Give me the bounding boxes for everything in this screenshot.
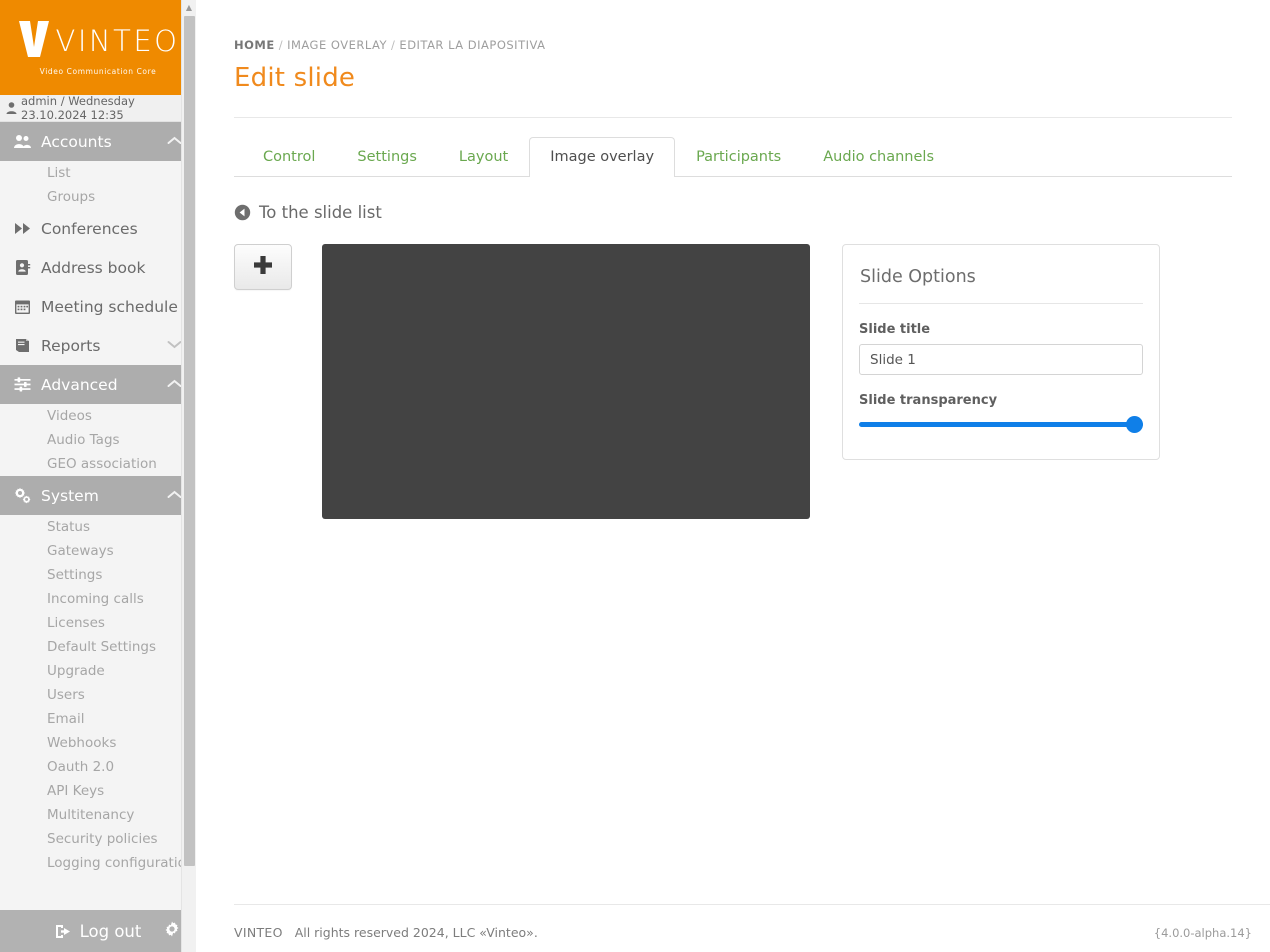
slide-options-panel: Slide Options Slide title Slide transpar… — [842, 244, 1160, 461]
sidebar-item-meeting-schedule[interactable]: Meeting schedule — [0, 287, 196, 326]
sidebar-subitem-logging-configuration[interactable]: Logging configuration — [0, 851, 196, 875]
sidebar-item-advanced[interactable]: Advanced — [0, 365, 196, 404]
sidebar-item-conferences[interactable]: Conferences — [0, 209, 196, 248]
footer: VINTEO All rights reserved 2024, LLC «Vi… — [234, 925, 1252, 940]
sidebar-item-label: Advanced — [41, 375, 118, 394]
sidebar-subitem-groups[interactable]: Groups — [0, 185, 196, 209]
footer-divider — [234, 904, 1270, 905]
sidebar-subitem-oauth-2-0[interactable]: Oauth 2.0 — [0, 755, 196, 779]
sidebar: VINTEO Video Communication Core admin / … — [0, 0, 196, 952]
sidebar-subitem-users[interactable]: Users — [0, 683, 196, 707]
slider-thumb[interactable] — [1126, 416, 1143, 434]
tab-layout[interactable]: Layout — [438, 137, 529, 177]
sidebar-item-label: Conferences — [41, 219, 138, 238]
footer-copyright: All rights reserved 2024, LLC «Vinteo». — [294, 925, 538, 940]
sidebar-subitem-webhooks[interactable]: Webhooks — [0, 731, 196, 755]
user-info-bar: admin / Wednesday 23.10.2024 12:35 — [0, 94, 196, 122]
sidebar-subitem-geo-association[interactable]: GEO association — [0, 452, 196, 476]
slide-transparency-label: Slide transparency — [859, 393, 998, 409]
breadcrumb-item[interactable]: EDITAR LA DIAPOSITIVA — [399, 38, 545, 52]
sidebar-subitem-default-settings[interactable]: Default Settings — [0, 635, 196, 659]
sidebar-subitem-upgrade[interactable]: Upgrade — [0, 659, 196, 683]
brand-tagline: Video Communication Core — [39, 67, 157, 76]
page-title: Edit slide — [234, 63, 356, 93]
back-to-slide-list-link[interactable]: To the slide list — [234, 203, 382, 222]
footer-brand: VINTEO — [234, 925, 283, 940]
users-icon — [14, 133, 31, 150]
slide-options-heading: Slide Options — [859, 267, 1143, 305]
sidebar-subitem-settings[interactable]: Settings — [0, 563, 196, 587]
book-icon — [14, 337, 31, 354]
plus-icon — [251, 253, 275, 282]
slide-preview-canvas[interactable] — [322, 244, 810, 520]
slide-editor-row: Slide Options Slide title Slide transpar… — [234, 244, 1232, 520]
sliders-icon — [14, 376, 31, 393]
slide-transparency-slider[interactable] — [859, 415, 1143, 435]
sidebar-subitem-status[interactable]: Status — [0, 515, 196, 539]
calendar-icon — [14, 298, 31, 315]
sign-out-icon — [55, 924, 72, 939]
logout-label: Log out — [79, 921, 142, 941]
sidebar-subitem-gateways[interactable]: Gateways — [0, 539, 196, 563]
brand-logo[interactable]: VINTEO Video Communication Core — [0, 0, 196, 95]
scrollbar-thumb[interactable] — [184, 16, 195, 866]
tab-settings[interactable]: Settings — [336, 137, 437, 177]
back-link-label: To the slide list — [259, 203, 382, 223]
sidebar-scrollbar[interactable]: ▲ — [181, 0, 196, 952]
breadcrumb-separator: / — [278, 38, 284, 52]
tab-bar: Control Settings Layout Image overlay Partic… — [234, 136, 1232, 178]
sidebar-subitem-licenses[interactable]: Licenses — [0, 611, 196, 635]
main-content: HOME / IMAGE OVERLAY / EDITAR LA DIAPOSITIVA… — [196, 0, 1270, 952]
arrow-circle-left-icon — [234, 204, 251, 221]
sidebar-subitem-list[interactable]: List — [0, 161, 196, 185]
sidebar-item-label: Address book — [41, 258, 146, 277]
sidebar-subitem-api-keys[interactable]: API Keys — [0, 779, 196, 803]
footer-version: {4.0.0-alpha.14} — [1153, 925, 1252, 940]
slide-title-label: Slide title — [859, 322, 931, 338]
sidebar-subitem-audio-tags[interactable]: Audio Tags — [0, 428, 196, 452]
sidebar-item-reports[interactable]: Reports — [0, 326, 196, 365]
address-book-icon — [14, 259, 31, 276]
user-info-text: admin / Wednesday 23.10.2024 12:35 — [21, 94, 135, 122]
sidebar-subitem-videos[interactable]: Videos — [0, 404, 196, 428]
sidebar-item-label: System — [41, 486, 99, 505]
sidebar-item-label: Reports — [41, 336, 101, 355]
vinteo-v-icon — [17, 19, 51, 63]
sidebar-item-label: Meeting schedule — [41, 297, 178, 316]
cogs-icon — [14, 487, 31, 504]
tab-control[interactable]: Control — [242, 137, 336, 177]
chevron-up-icon[interactable] — [167, 378, 182, 391]
slide-title-input[interactable] — [859, 344, 1143, 376]
chevron-up-icon[interactable] — [167, 489, 182, 502]
tab-participants[interactable]: Participants — [675, 137, 802, 177]
sidebar-item-label: Accounts — [41, 132, 112, 151]
sidebar-nav: Accounts List Groups Conferences Address boo… — [0, 122, 196, 875]
sidebar-subitem-email[interactable]: Email — [0, 707, 196, 731]
brand-name: VINTEO — [55, 23, 180, 58]
forward-icon — [14, 220, 31, 237]
tab-image-overlay[interactable]: Image overlay — [529, 137, 676, 178]
sidebar-item-accounts[interactable]: Accounts — [0, 122, 196, 161]
gear-icon[interactable] — [164, 921, 180, 941]
tab-audio-channels[interactable]: Audio channels — [802, 137, 955, 177]
sidebar-subitem-security-policies[interactable]: Security policies — [0, 827, 196, 851]
sidebar-item-address-book[interactable]: Address book — [0, 248, 196, 287]
sidebar-subitem-incoming-calls[interactable]: Incoming calls — [0, 587, 196, 611]
breadcrumb: HOME / IMAGE OVERLAY / EDITAR LA DIAPOSITIVA — [234, 0, 1232, 52]
sidebar-item-system[interactable]: System — [0, 476, 196, 515]
logout-bar[interactable]: Log out — [0, 910, 196, 952]
sidebar-subitem-multitenancy[interactable]: Multitenancy — [0, 803, 196, 827]
add-image-button[interactable] — [234, 244, 292, 291]
scroll-up-arrow-icon[interactable]: ▲ — [182, 0, 196, 14]
chevron-down-icon[interactable] — [167, 339, 182, 352]
chevron-up-icon[interactable] — [167, 135, 182, 148]
breadcrumb-separator: / — [391, 38, 396, 52]
breadcrumb-item[interactable]: IMAGE OVERLAY — [287, 38, 387, 52]
slider-track — [859, 422, 1143, 428]
user-icon — [6, 102, 17, 114]
title-divider — [234, 117, 1232, 118]
breadcrumb-item[interactable]: HOME — [234, 38, 275, 52]
